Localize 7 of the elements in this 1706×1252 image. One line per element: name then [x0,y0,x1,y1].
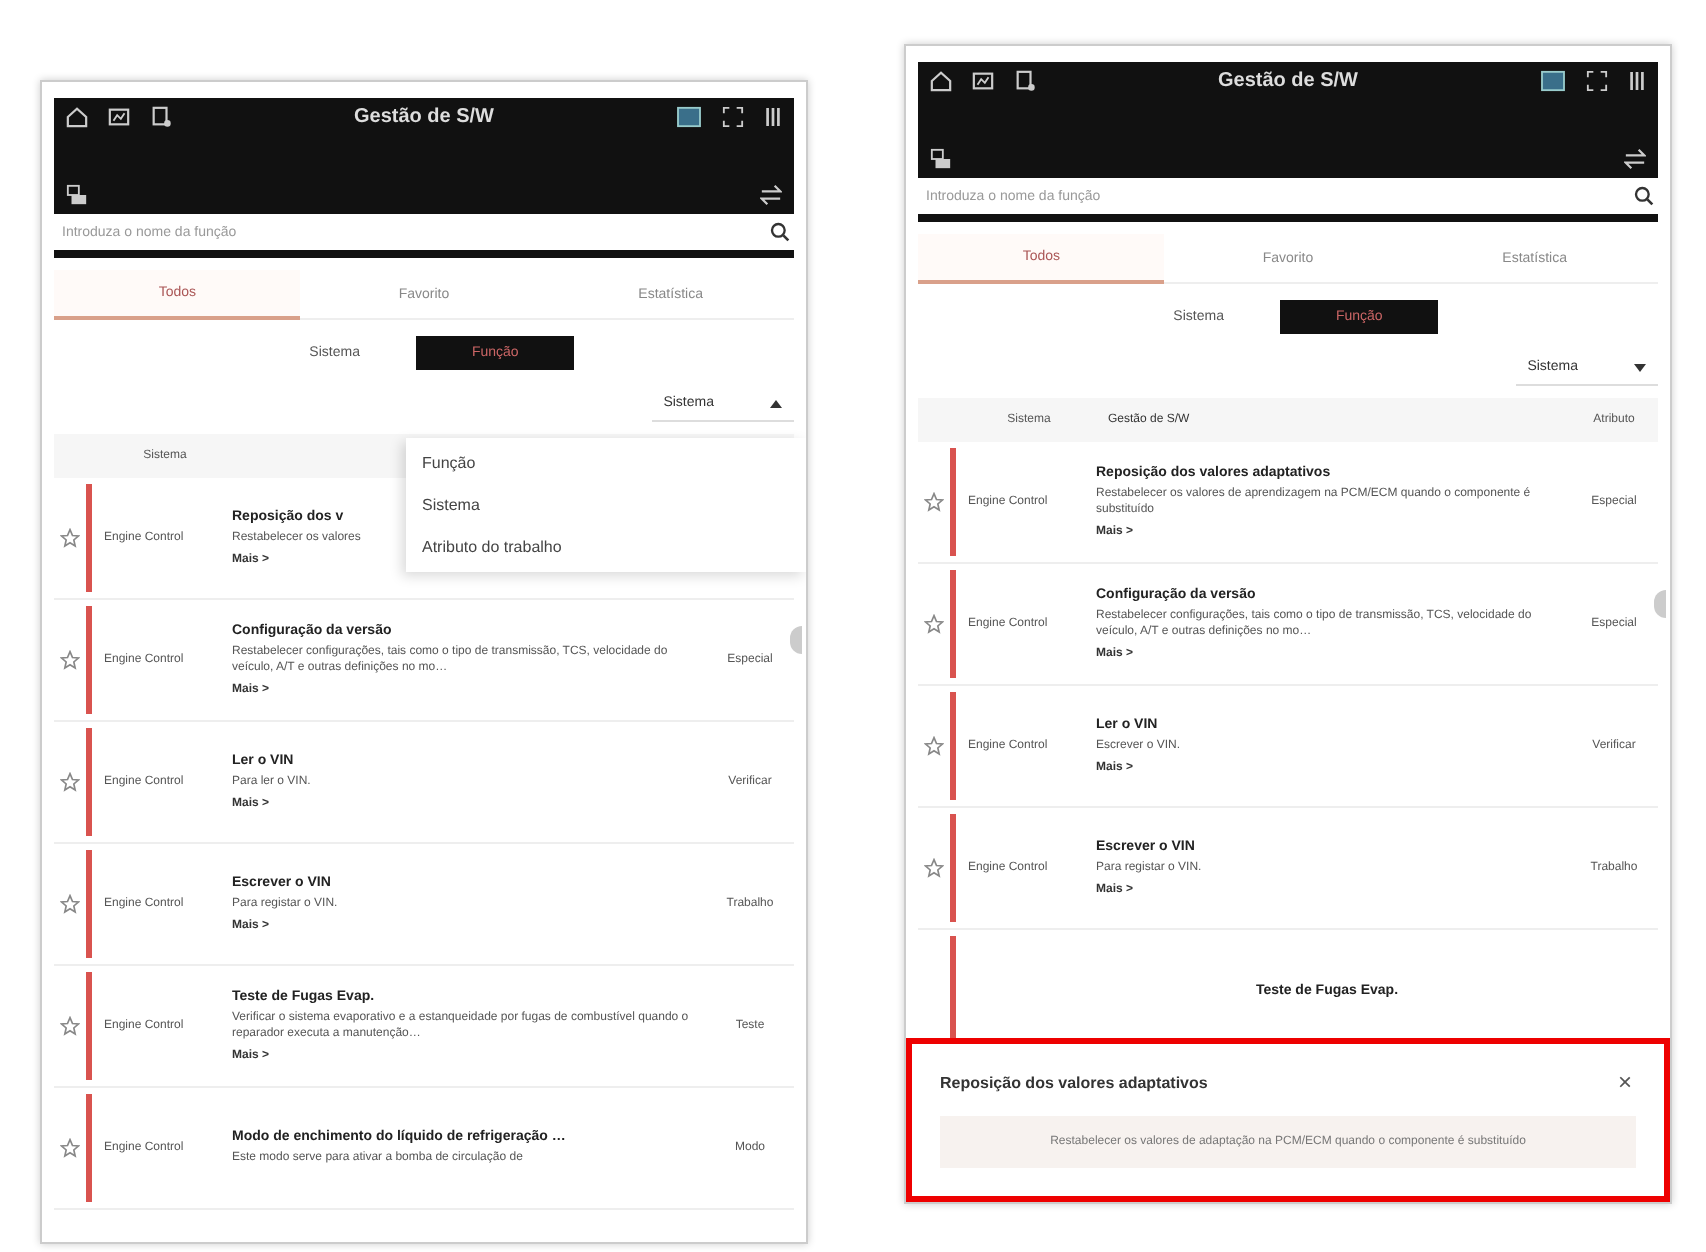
menu-item[interactable]: Atributo do trabalho [406,526,806,568]
menu-item[interactable]: Função [406,442,806,484]
sheet-title: Reposição dos valores adaptativos [940,1073,1208,1091]
close-button[interactable]: × [1613,1068,1636,1096]
app-title: Gestão de S/W [353,106,494,128]
app-title: Gestão de S/W [1217,70,1358,92]
menu-item[interactable]: Sistema [406,484,806,526]
